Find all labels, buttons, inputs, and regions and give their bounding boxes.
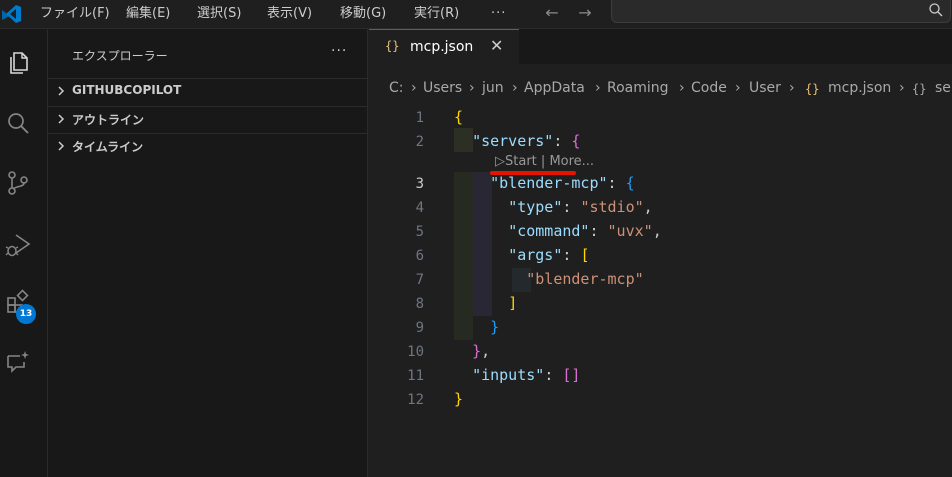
line-number: 12 xyxy=(407,392,424,408)
command-center-search[interactable] xyxy=(611,0,951,23)
section-githubcopilot[interactable]: GITHUBCOPILOT xyxy=(48,78,367,104)
code-line-2[interactable]: "servers": { xyxy=(454,129,580,153)
breadcrumb-item[interactable]: jun xyxy=(482,80,504,96)
source-control-icon[interactable] xyxy=(5,170,31,196)
line-number: 5 xyxy=(415,224,424,240)
chevron-right-icon: › xyxy=(679,80,685,96)
line-number: 2 xyxy=(415,134,424,150)
chevron-right-icon: › xyxy=(899,80,905,96)
search-icon[interactable] xyxy=(5,111,31,137)
chevron-right-icon: › xyxy=(512,80,518,96)
line-number: 8 xyxy=(415,296,424,312)
menu-file[interactable]: ファイル(F) xyxy=(40,5,110,23)
menu-edit[interactable]: 編集(E) xyxy=(126,5,170,23)
line-number: 11 xyxy=(407,368,424,384)
breadcrumb-item[interactable]: Code xyxy=(691,80,727,96)
extensions-count-badge: 13 xyxy=(16,304,36,324)
code-line-7[interactable]: "blender-mcp" xyxy=(454,267,643,291)
breadcrumb-item[interactable]: C: xyxy=(389,80,404,96)
json-file-icon: {} xyxy=(385,39,400,53)
code-line-1[interactable]: { xyxy=(454,105,463,129)
line-number: 7 xyxy=(415,272,424,288)
codelens-start-button[interactable]: Start xyxy=(505,154,537,169)
section-timeline[interactable]: タイムライン xyxy=(48,133,367,159)
json-object-icon: {} xyxy=(912,82,927,96)
line-number: 3 xyxy=(415,176,424,192)
activity-bar: 13 xyxy=(0,29,48,477)
code-line-3[interactable]: "blender-mcp": { xyxy=(454,171,635,195)
vscode-logo-icon xyxy=(2,5,21,23)
editor-area: {} mcp.json ✕ C: › Users › jun › AppData… xyxy=(369,29,952,477)
chevron-right-icon: › xyxy=(469,80,475,96)
code-line-6[interactable]: "args": [ xyxy=(454,243,589,267)
code-line-12[interactable]: } xyxy=(454,387,463,411)
line-number: 4 xyxy=(415,200,424,216)
breadcrumb-item[interactable]: AppData xyxy=(524,80,585,96)
codelens-more-button[interactable]: More... xyxy=(549,154,594,169)
chevron-right-icon xyxy=(58,114,65,124)
section-label: アウトライン xyxy=(72,113,145,127)
codelens: ▷Start | More... xyxy=(495,154,594,169)
menu-run[interactable]: 実行(R) xyxy=(414,5,459,23)
explorer-sidebar: エクスプローラー ··· GITHUBCOPILOT アウトライン タイムライン xyxy=(48,29,368,477)
tab-mcp-json[interactable]: {} mcp.json ✕ xyxy=(369,29,519,64)
breadcrumb-item[interactable]: Users xyxy=(423,80,462,96)
breadcrumb-item[interactable]: se xyxy=(935,80,951,96)
run-debug-icon[interactable] xyxy=(5,232,31,258)
code-line-10[interactable]: }, xyxy=(454,339,490,363)
title-bar: ファイル(F) 編集(E) 選択(S) 表示(V) 移動(G) 実行(R) ··… xyxy=(0,0,952,29)
explorer-files-icon[interactable] xyxy=(5,50,31,76)
chevron-right-icon: › xyxy=(411,80,417,96)
code-line-11[interactable]: "inputs": [] xyxy=(454,363,580,387)
chevron-right-icon: › xyxy=(789,80,795,96)
chevron-right-icon: › xyxy=(735,80,741,96)
code-line-4[interactable]: "type": "stdio", xyxy=(454,195,653,219)
section-outline[interactable]: アウトライン xyxy=(48,106,367,132)
back-arrow-icon[interactable]: ← xyxy=(541,3,563,25)
close-icon[interactable]: ✕ xyxy=(490,38,503,54)
breadcrumb-item[interactable]: Roaming xyxy=(607,80,669,96)
section-label: タイムライン xyxy=(72,140,144,154)
code-line-5[interactable]: "command": "uvx", xyxy=(454,219,662,243)
code-line-8[interactable]: ] xyxy=(454,291,517,315)
line-number: 1 xyxy=(415,110,424,126)
menu-go[interactable]: 移動(G) xyxy=(340,5,386,23)
breadcrumb-item[interactable]: User xyxy=(749,80,781,96)
chevron-right-icon xyxy=(58,86,65,96)
tab-bar: {} mcp.json ✕ xyxy=(369,29,952,64)
codelens-separator: | xyxy=(540,154,546,169)
forward-arrow-icon[interactable]: → xyxy=(574,3,596,25)
breadcrumb-item[interactable]: mcp.json xyxy=(828,80,891,96)
line-number: 10 xyxy=(407,344,424,360)
menu-more-button[interactable]: ··· xyxy=(491,5,506,23)
copilot-chat-icon[interactable] xyxy=(5,350,31,376)
section-label: GITHUBCOPILOT xyxy=(72,83,182,97)
code-line-9[interactable]: } xyxy=(454,315,499,339)
chevron-right-icon xyxy=(58,141,65,151)
tab-label: mcp.json xyxy=(410,39,474,55)
play-icon: ▷ xyxy=(495,154,505,169)
sidebar-title: エクスプローラー xyxy=(72,49,168,63)
sidebar-more-button[interactable]: ··· xyxy=(331,43,347,59)
chevron-right-icon: › xyxy=(595,80,601,96)
search-icon xyxy=(929,3,943,17)
line-number: 9 xyxy=(415,320,424,336)
json-file-icon: {} xyxy=(805,82,820,96)
menu-view[interactable]: 表示(V) xyxy=(267,5,312,23)
line-number: 6 xyxy=(415,248,424,264)
menu-selection[interactable]: 選択(S) xyxy=(197,5,241,23)
